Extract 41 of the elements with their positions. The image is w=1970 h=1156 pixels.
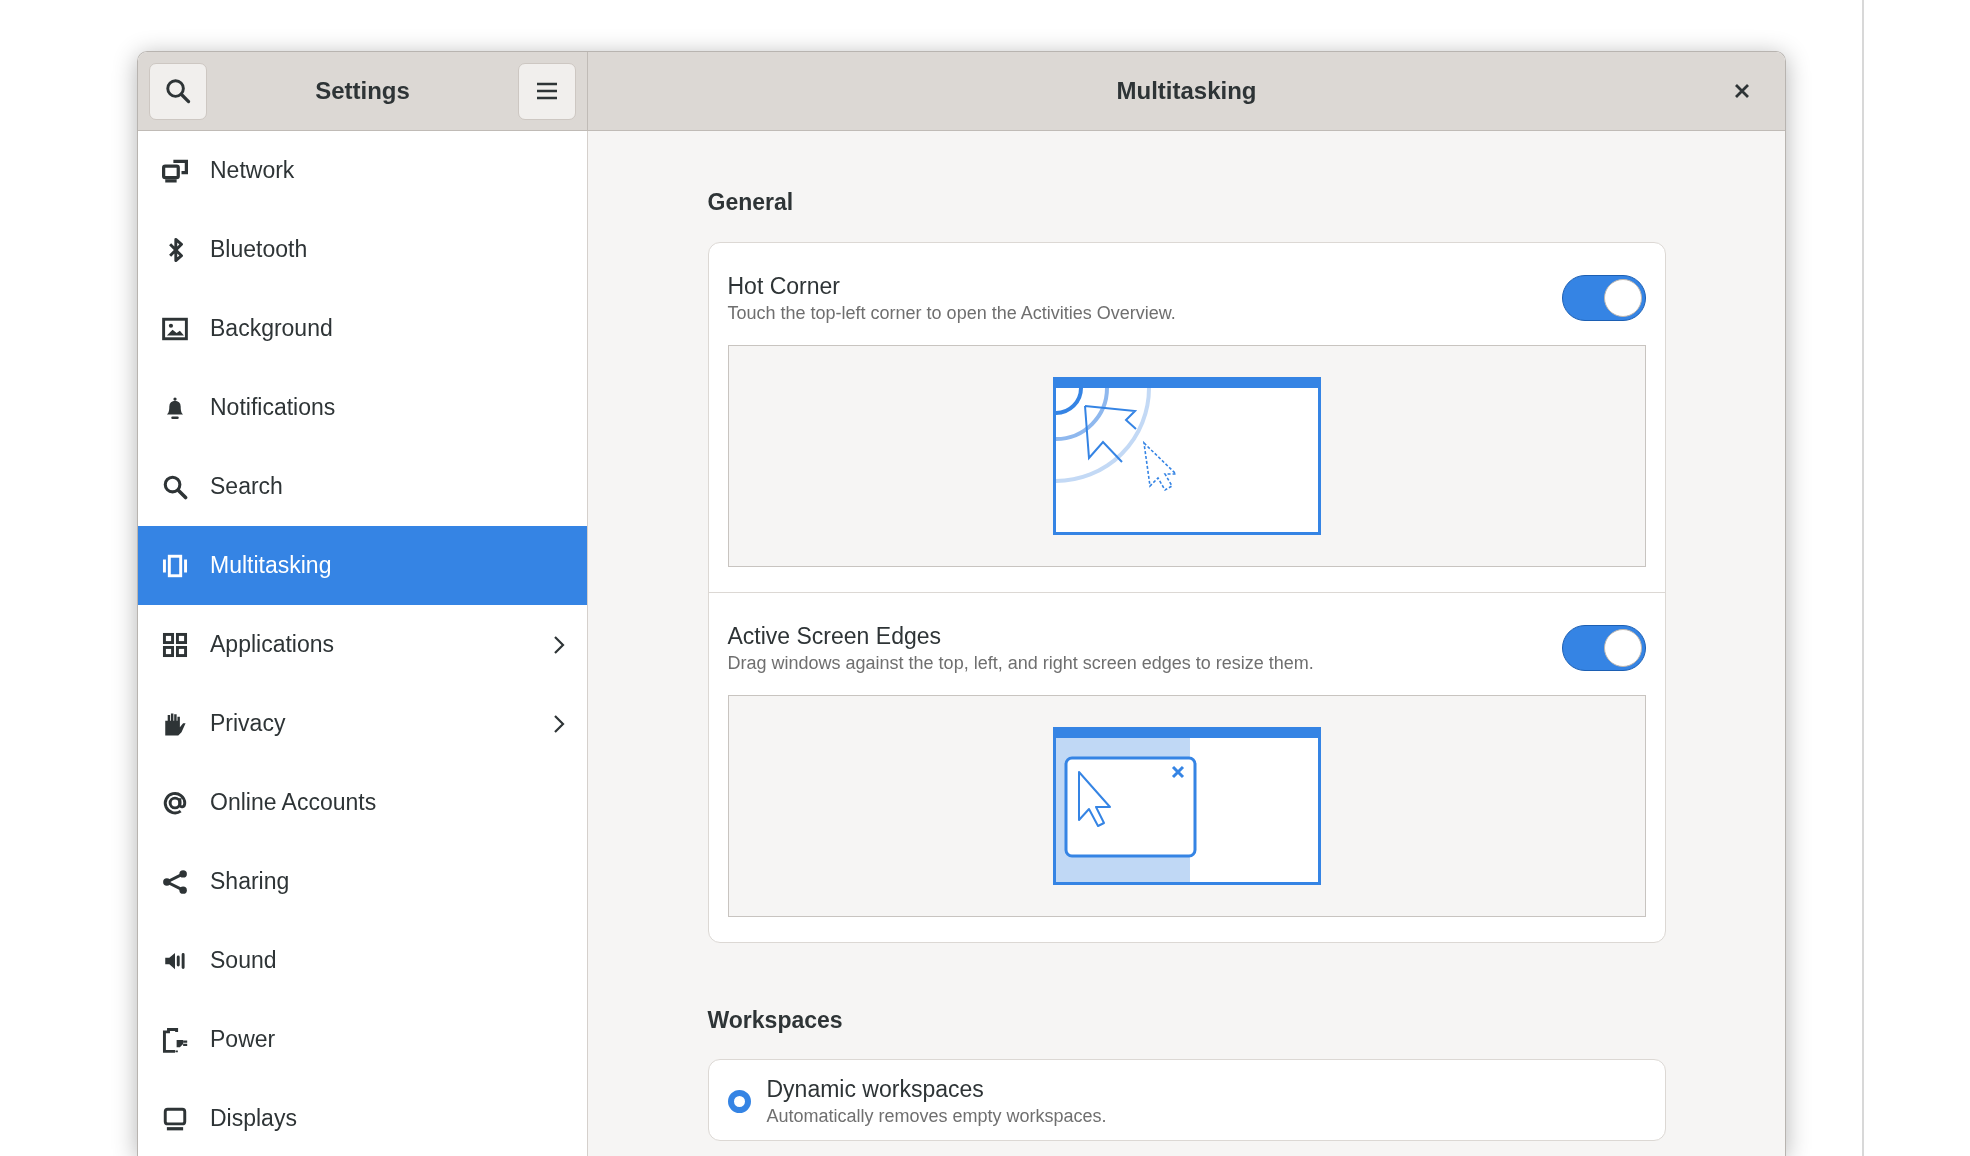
image-icon xyxy=(162,315,188,342)
battery-plug-icon xyxy=(162,1026,188,1053)
sidebar-item[interactable]: Notifications xyxy=(138,368,587,447)
option-title: Active Screen Edges xyxy=(727,621,941,651)
option-description: Automatically removes empty workspaces. xyxy=(766,1105,1107,1128)
sidebar-item[interactable]: Background xyxy=(138,289,587,368)
sidebar-item[interactable]: Online Accounts xyxy=(138,763,587,842)
share-icon xyxy=(162,868,188,895)
close-icon xyxy=(1734,83,1750,99)
section-heading: Workspaces xyxy=(707,1005,843,1035)
menu-button[interactable] xyxy=(518,62,576,120)
option-title: Hot Corner xyxy=(727,271,840,301)
hand-icon xyxy=(162,710,188,737)
toggle-switch[interactable] xyxy=(1561,274,1646,321)
sidebar-item[interactable]: Power xyxy=(138,1000,587,1079)
sidebar-item[interactable]: Displays xyxy=(138,1079,587,1156)
window-title: Multitasking xyxy=(1116,76,1257,106)
option-description: Touch the top-left corner to open the Activities Overview. xyxy=(727,301,1176,325)
sidebar-item[interactable]: Sharing xyxy=(138,842,587,921)
search-icon xyxy=(165,78,191,104)
grid-icon xyxy=(162,631,188,658)
sidebar-item[interactable]: Bluetooth xyxy=(138,210,587,289)
search-icon xyxy=(162,473,188,500)
menu-icon xyxy=(536,82,558,100)
search-button[interactable] xyxy=(149,62,207,120)
option-title: Dynamic workspaces xyxy=(766,1075,984,1104)
radio-button[interactable] xyxy=(727,1089,751,1113)
monitor-icon xyxy=(162,1105,188,1132)
windows-icon xyxy=(162,552,188,579)
sidebar-item[interactable]: Multitasking xyxy=(138,526,587,605)
sidebar-item[interactable]: Network xyxy=(138,131,587,210)
option-description: Drag windows against the top, left, and right screen edges to resize them. xyxy=(727,651,1314,675)
sidebar-item[interactable]: Search xyxy=(138,447,587,526)
at-sign-icon xyxy=(162,789,188,816)
sidebar-item[interactable]: Sound xyxy=(138,921,587,1000)
network-icon xyxy=(162,157,188,184)
section-heading: General xyxy=(707,188,794,217)
sidebar-item[interactable]: Privacy xyxy=(138,684,587,763)
sidebar-item[interactable]: Applications xyxy=(138,605,587,684)
sidebar-title: Settings xyxy=(315,76,410,106)
toggle-switch[interactable] xyxy=(1561,624,1646,671)
